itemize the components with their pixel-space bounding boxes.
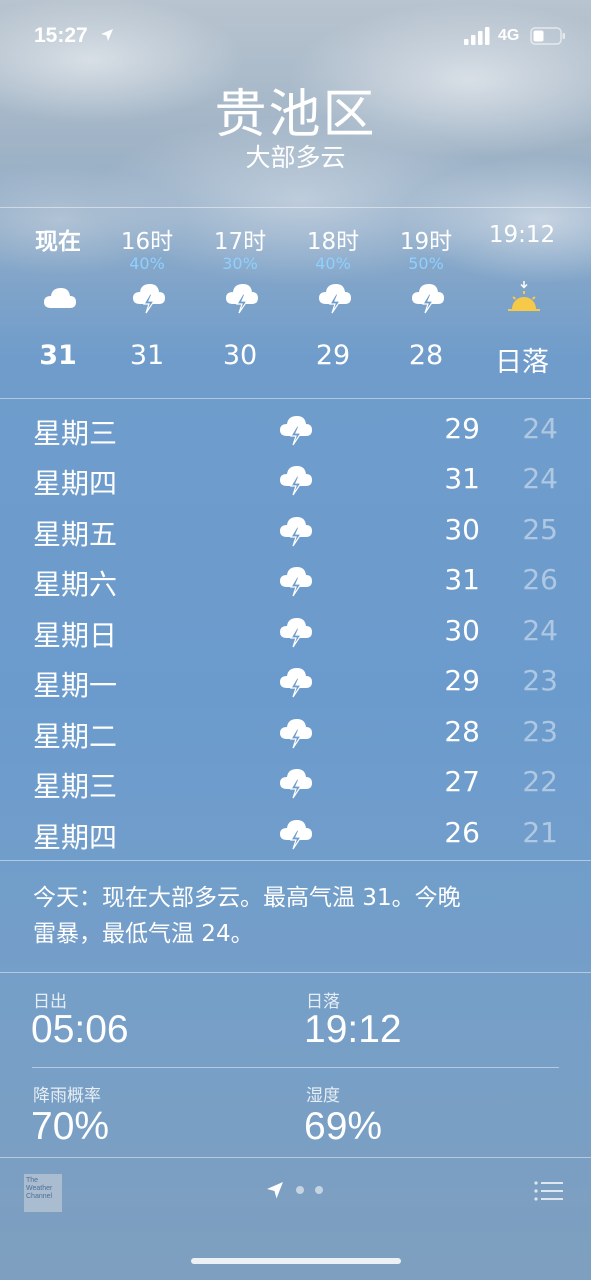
page-dot [296,1186,304,1194]
day-low-temp: 21 [522,816,558,849]
hour-label: 19时 [399,229,453,255]
divider [0,398,591,399]
daily-row: 星期五 30 25 [0,505,591,555]
hour-temp: 31 [129,340,165,371]
page-dot [315,1186,323,1194]
thunderstorm-icon [280,466,312,496]
sunset-value: 19:12 [304,1008,402,1051]
thunderstorm-icon [280,517,312,547]
daily-row: 星期日 30 24 [0,606,591,656]
hour-temp: 30 [222,340,258,371]
hour-precip-chance: 40% [315,254,351,273]
daily-row: 星期六 31 26 [0,555,591,605]
day-name: 星期日 [33,619,118,652]
day-name: 星期四 [33,467,118,500]
humidity-label: 湿度 [306,1086,340,1106]
thunderstorm-icon [280,820,312,850]
day-high-temp: 31 [444,563,480,596]
day-high-temp: 28 [444,715,480,748]
location-arrow-icon [267,1182,283,1199]
thunderstorm-icon [280,719,312,749]
day-low-temp: 24 [522,614,558,647]
rain-chance-value: 70% [31,1105,110,1148]
hour-temp: 31 [39,340,77,371]
day-low-temp: 23 [522,664,558,697]
divider [0,972,591,973]
hour-label: 2 [578,222,591,248]
divider [32,1067,559,1068]
day-high-temp: 30 [444,513,480,546]
day-high-temp: 31 [444,462,480,495]
signal-icon [464,27,490,45]
day-high-temp: 29 [444,412,480,445]
daily-row: 星期一 29 23 [0,656,591,706]
status-bar: 15:27 4G [0,0,591,70]
hour-label: 现在 [35,229,81,255]
day-name: 星期六 [33,568,118,601]
thunderstorm-icon [280,769,312,799]
day-name: 星期三 [33,770,118,803]
home-indicator[interactable] [191,1258,401,1264]
thunderstorm-icon [280,567,312,597]
day-name: 星期三 [33,417,118,450]
sunrise-value: 05:06 [31,1008,129,1051]
day-high-temp: 26 [444,816,480,849]
day-low-temp: 24 [522,412,558,445]
day-low-temp: 22 [522,765,558,798]
thunderstorm-icon [133,284,165,314]
summary-line: 今天：现在大部多云。最高气温 31。今晚 [33,885,461,911]
hour-precip-chance: 50% [408,254,444,273]
location-arrow-icon [101,29,113,41]
hour-temp: 29 [315,340,351,371]
hour-label: 18时 [306,229,360,255]
thunderstorm-icon [280,618,312,648]
humidity-value: 69% [304,1105,383,1148]
hour-temp: 28 [408,340,444,371]
day-low-temp: 24 [522,462,558,495]
rain-chance-label: 降雨概率 [33,1086,101,1106]
day-high-temp: 30 [444,614,480,647]
thunderstorm-icon [412,284,444,314]
day-low-temp: 25 [522,513,558,546]
daily-row: 星期二 28 23 [0,707,591,757]
thunderstorm-icon [280,416,312,446]
city-name: 贵池区 [214,85,377,145]
hour-precip-chance: 40% [129,254,165,273]
day-name: 星期一 [33,669,118,702]
thunderstorm-icon [280,668,312,698]
daily-row: 星期四 26 21 [0,808,591,858]
sunset-icon [508,281,540,311]
thunderstorm-icon [226,284,258,314]
hour-temp: 日落 [495,347,549,378]
hour-precip-chance: 30% [222,254,258,273]
page-indicator[interactable] [264,1180,334,1200]
weather-channel-logo[interactable]: The Weather Channel [24,1174,62,1212]
cloud-icon [44,288,76,308]
day-low-temp: 26 [522,563,558,596]
day-low-temp: 23 [522,715,558,748]
hour-label: 17时 [213,229,267,255]
day-name: 星期五 [33,518,118,551]
hour-label: 19:12 [488,222,556,248]
network-type: 4G [498,27,520,44]
daily-row: 星期四 31 24 [0,454,591,504]
divider [0,860,591,861]
day-name: 星期四 [33,821,118,854]
daily-row: 星期三 27 22 [0,757,591,807]
battery-icon [530,27,565,45]
day-high-temp: 29 [444,664,480,697]
hourly-forecast[interactable]: 现在 31 16时 40% 31 17时 30% 30 18时 40% 29 1… [0,208,591,398]
thunderstorm-icon [319,284,351,314]
day-name: 星期二 [33,720,118,753]
summary-line: 雷暴，最低气温 24。 [33,921,254,947]
day-high-temp: 27 [444,765,480,798]
list-icon[interactable] [534,1180,564,1202]
status-time: 15:27 [34,24,88,47]
current-condition: 大部多云 [245,143,346,172]
hour-label: 16时 [120,229,174,255]
daily-row: 星期三 29 24 [0,404,591,454]
today-summary: 今天：现在大部多云。最高气温 31。今晚 雷暴，最低气温 24。 [33,880,558,952]
